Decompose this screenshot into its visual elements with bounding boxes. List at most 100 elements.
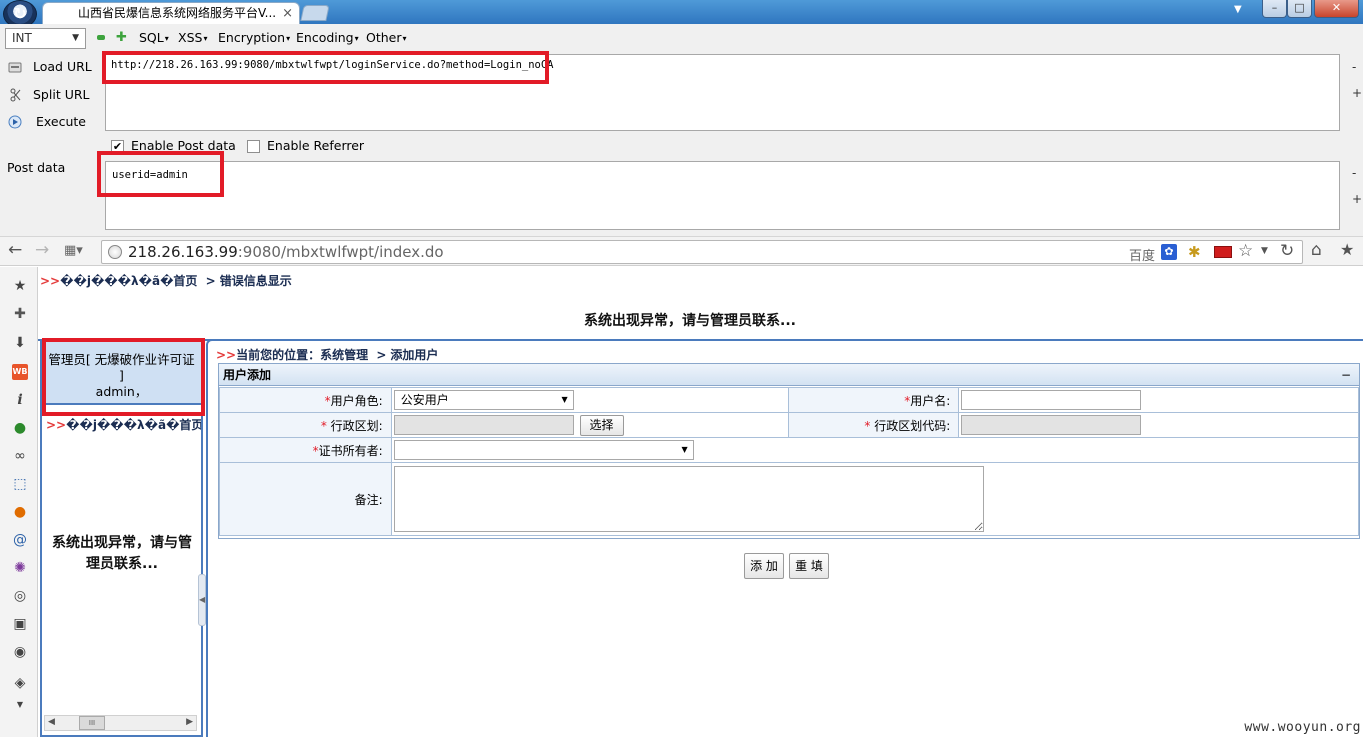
post-shrink-button[interactable]: - (1352, 166, 1356, 180)
address-bar[interactable]: 218.26.163.99:9080/mbxtwlfwpt/index.do 百… (101, 240, 1303, 264)
inspect-icon[interactable]: ⬚ (12, 476, 28, 492)
right-breadcrumb: >>当前您的位置：系统管理 > 添加用户 (216, 348, 439, 362)
url-shrink-button[interactable]: - (1352, 60, 1356, 74)
load-url-button[interactable]: Load URL (8, 58, 98, 78)
link-icon[interactable]: ∞ (12, 448, 28, 464)
add-user-form: 用户添加 − *用户角色: 公安用户 ▼ *用户名: * 行政区划: 选择 * … (218, 363, 1360, 539)
highlight-post (97, 151, 224, 197)
enable-referrer-checkbox[interactable] (247, 140, 260, 153)
menu-other[interactable]: Other▾ (366, 30, 407, 45)
post-data-textarea[interactable]: userid=admin (105, 161, 1340, 230)
green-circle-icon[interactable]: ● (12, 420, 28, 436)
palette-icon[interactable]: ◎ (12, 588, 28, 604)
maximize-button[interactable]: □ (1287, 0, 1312, 18)
cert-owner-select[interactable]: ▼ (393, 440, 694, 460)
menu-encoding[interactable]: Encoding▾ (296, 30, 359, 45)
virus-icon[interactable]: ✺ (12, 560, 28, 576)
title-bar: ↻ 山西省民爆信息系统网络服务平台V... × ▼ – □ ✕ (0, 0, 1363, 28)
add-button[interactable]: 添 加 (744, 553, 784, 579)
role-label: *用户角色: (219, 387, 392, 413)
hackbar-panel: INT ▼ ✚ SQL▾ XSS▾ Encryption▾ Encoding▾ … (0, 24, 1363, 236)
globe-icon[interactable]: ◉ (12, 644, 28, 660)
execute-button[interactable]: Execute (8, 113, 98, 133)
addon-sidebar: ★ ✚ ⬇ WB i ● ∞ ⬚ ● @ ✺ ◎ ▣ ◉ ◈ ▼ (0, 267, 38, 737)
new-tab-button[interactable] (300, 5, 330, 21)
choose-button[interactable]: 选择 (579, 414, 624, 436)
info-icon[interactable]: i (12, 392, 28, 408)
star-bookmark-icon[interactable]: ☆ (1238, 241, 1253, 261)
type-select[interactable]: INT ▼ (5, 28, 86, 49)
tab-title: 山西省民爆信息系统网络服务平台V... (78, 6, 277, 20)
navigation-bar: ← → ▦▾ 218.26.163.99:9080/mbxtwlfwpt/ind… (0, 236, 1363, 266)
menu-sql[interactable]: SQL▾ (139, 30, 169, 45)
chevron-down-icon[interactable]: ▼ (1261, 246, 1268, 256)
split-url-icon (10, 88, 21, 102)
region-input (393, 415, 574, 435)
tab-close-icon[interactable]: × (282, 3, 293, 24)
top-breadcrumb: >>��j���λ�ã�首页 > 错误信息显示 (40, 274, 292, 288)
flag-icon[interactable] (1214, 246, 1232, 258)
paw-icon[interactable]: ✿ (1161, 244, 1177, 260)
watermark: www.wooyun.org (1244, 720, 1361, 735)
alert-icon[interactable]: ● (12, 504, 28, 520)
form-header: 用户添加 − (219, 364, 1359, 386)
star-icon[interactable]: ★ (1340, 240, 1354, 259)
home-icon[interactable]: ⌂ (1311, 240, 1322, 260)
cert-owner-label: *证书所有者: (219, 437, 392, 463)
eraser-icon[interactable]: ◈ (12, 675, 28, 691)
minimize-button[interactable]: – (1262, 0, 1287, 18)
decrease-icon[interactable] (97, 35, 105, 40)
puzzle-icon[interactable]: ✚ (12, 306, 28, 322)
history-grid-icon[interactable]: ▦▾ (64, 243, 83, 258)
post-data-label: Post data (7, 160, 66, 175)
username-input[interactable] (961, 390, 1142, 410)
left-breadcrumb: >>��j���λ�ã�首页 (46, 418, 201, 432)
bug-icon[interactable]: ✱ (1188, 243, 1201, 261)
form-table: *用户角色: 公安用户 ▼ *用户名: * 行政区划: 选择 * 行政区划代码:… (219, 387, 1360, 536)
increase-icon[interactable]: ✚ (116, 30, 127, 45)
star-icon[interactable]: ★ (12, 278, 28, 294)
region-label: * 行政区划: (219, 412, 392, 438)
swirl-icon[interactable]: @ (12, 532, 28, 548)
right-frame: >>当前您的位置：系统管理 > 添加用户 用户添加 − *用户角色: 公安用户 ▼ … (206, 339, 1363, 737)
split-url-button[interactable]: Split URL (8, 86, 98, 106)
tab-active[interactable]: 山西省民爆信息系统网络服务平台V... × (42, 2, 300, 24)
horizontal-scrollbar[interactable]: ◀ III ▶ (44, 715, 197, 731)
tab-list-arrow-icon[interactable]: ▼ (1234, 4, 1242, 15)
type-select-value: INT (12, 31, 32, 45)
reset-button[interactable]: 重 填 (789, 553, 829, 579)
web-icon[interactable]: WB (12, 364, 28, 380)
back-icon[interactable]: ← (8, 240, 22, 260)
forward-icon[interactable]: → (35, 240, 49, 260)
form-title: 用户添加 (223, 368, 272, 382)
page-content: >>��j���λ�ã�首页 > 错误信息显示 系统出现异常，请与管理员联系...… (38, 267, 1363, 737)
post-grow-button[interactable]: + (1352, 192, 1362, 206)
chevron-down-icon[interactable]: ▼ (12, 697, 28, 713)
region-code-input (961, 415, 1142, 435)
role-select[interactable]: 公安用户 ▼ (393, 390, 574, 410)
close-button[interactable]: ✕ (1314, 0, 1359, 18)
menu-encryption[interactable]: Encryption▾ (218, 30, 290, 45)
highlight-url (102, 51, 549, 84)
load-url-icon (8, 62, 22, 73)
download-icon[interactable]: ⬇ (12, 335, 28, 351)
enable-referrer-label: Enable Referrer (267, 138, 365, 153)
scroll-right-icon[interactable]: ▶ (186, 717, 193, 727)
search-engine-label[interactable]: 百度 (1129, 245, 1155, 264)
top-error-message: 系统出现异常，请与管理员联系... (584, 313, 796, 329)
menu-xss[interactable]: XSS▾ (178, 30, 207, 45)
url-grow-button[interactable]: + (1352, 86, 1362, 100)
highlight-admin (42, 338, 205, 416)
scroll-left-icon[interactable]: ◀ (48, 717, 55, 727)
address-text[interactable]: 218.26.163.99:9080/mbxtwlfwpt/index.do (128, 243, 444, 261)
globe-icon (108, 245, 122, 259)
grid-icon[interactable]: ▣ (12, 616, 28, 632)
note-textarea[interactable] (393, 465, 984, 532)
region-code-label: * 行政区划代码: (788, 412, 960, 438)
collapse-icon[interactable]: − (1341, 364, 1351, 386)
username-label: *用户名: (788, 387, 960, 413)
reload-icon[interactable]: ↻ (1280, 241, 1294, 261)
execute-icon (8, 115, 22, 129)
collapse-handle[interactable]: ◀ (198, 574, 206, 626)
scroll-thumb[interactable]: III (79, 716, 105, 730)
